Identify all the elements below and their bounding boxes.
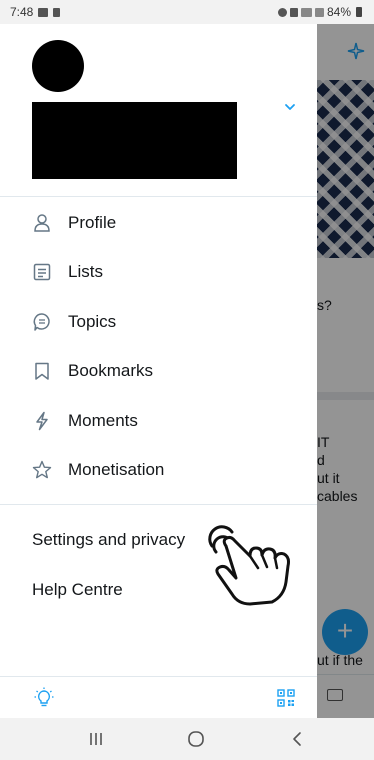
pointing-hand-icon: [208, 525, 290, 606]
help-centre-item[interactable]: Help Centre: [32, 580, 123, 600]
menu-label-monetisation: Monetisation: [68, 460, 165, 479]
battery-percent: 84%: [326, 5, 351, 19]
status-time: 7:48: [10, 5, 34, 19]
menu-item-bookmarks[interactable]: Bookmarks: [0, 346, 317, 396]
navigation-drawer: Profile Lists Topics Bookmarks Moments M…: [0, 24, 317, 718]
back-icon[interactable]: [286, 728, 310, 750]
person-icon: [34, 214, 50, 232]
system-navigation-bar: [0, 718, 374, 760]
status-left: 7:48: [10, 5, 61, 19]
status-bar: 7:48 84%: [0, 0, 374, 24]
drawer-scrim[interactable]: [317, 24, 374, 718]
drawer-divider-top: [0, 196, 317, 197]
drawer-divider-middle: [0, 504, 317, 505]
wifi-icon: [300, 7, 312, 17]
status-right: 84%: [277, 5, 362, 19]
topics-icon: [33, 313, 50, 331]
avatar[interactable]: [32, 40, 84, 92]
lightbulb-icon[interactable]: [34, 687, 54, 709]
account-name-redacted: [32, 102, 237, 179]
qr-code-icon[interactable]: [277, 689, 295, 707]
menu-label-topics: Topics: [68, 312, 117, 331]
menu-item-profile[interactable]: Profile: [0, 198, 317, 248]
settings-and-privacy-item[interactable]: Settings and privacy: [32, 530, 185, 550]
list-icon: [33, 263, 51, 281]
chevron-down-icon[interactable]: [283, 100, 297, 114]
app-notification-icon: [53, 7, 61, 17]
menu-item-topics[interactable]: Topics: [0, 297, 317, 347]
menu-item-lists[interactable]: Lists: [0, 247, 317, 297]
lightning-icon: [36, 411, 48, 431]
menu-label-moments: Moments: [68, 411, 138, 430]
home-icon[interactable]: [184, 728, 208, 750]
menu-label-lists: Lists: [68, 262, 103, 281]
menu-label-profile: Profile: [68, 213, 117, 232]
menu-item-monetisation[interactable]: Monetisation: [0, 445, 317, 495]
nfc-icon: [289, 7, 298, 17]
gallery-notification-icon: [38, 7, 49, 17]
drawer-footer: [0, 676, 317, 718]
menu-label-bookmarks: Bookmarks: [68, 361, 154, 380]
alarm-icon: [277, 7, 287, 17]
signal-icon: [314, 7, 324, 17]
bookmark-icon: [35, 362, 49, 380]
star-icon: [32, 460, 52, 479]
battery-icon: [356, 7, 362, 17]
recent-apps-icon[interactable]: [84, 728, 108, 750]
menu-item-moments[interactable]: Moments: [0, 396, 317, 446]
